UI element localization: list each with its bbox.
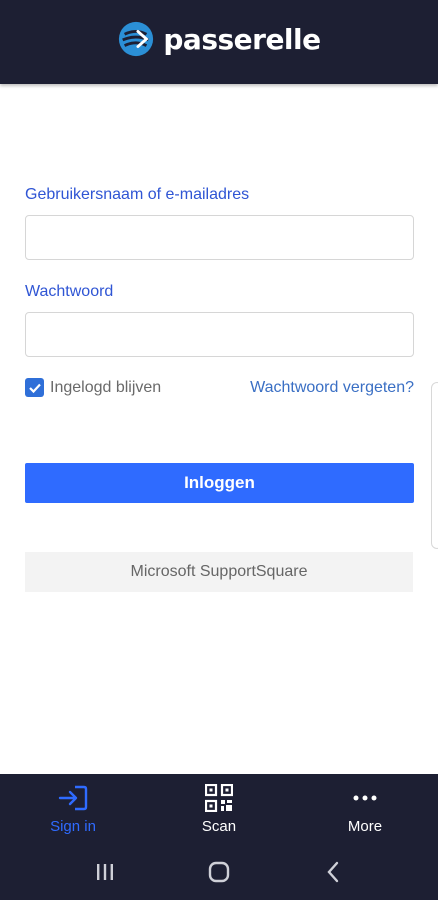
remember-checkbox[interactable]: [25, 378, 44, 397]
password-input[interactable]: [25, 312, 414, 357]
qr-code-icon: [205, 783, 233, 812]
nav-scan[interactable]: Scan: [146, 774, 292, 844]
app-header: passerelle: [0, 0, 438, 84]
more-dots-icon: [353, 795, 377, 800]
nav-sign-in[interactable]: Sign in: [0, 774, 146, 844]
recents-button[interactable]: [90, 857, 120, 887]
nav-more[interactable]: More: [292, 774, 438, 844]
system-nav-bar: [0, 844, 438, 900]
brand: passerelle: [117, 20, 321, 58]
username-input[interactable]: [25, 215, 414, 260]
forgot-password-link[interactable]: Wachtwoord vergeten?: [250, 379, 414, 397]
back-button[interactable]: [318, 857, 348, 887]
nav-more-label: More: [347, 817, 383, 835]
nav-sign-in-label: Sign in: [50, 817, 96, 835]
side-panel-handle[interactable]: [431, 382, 438, 549]
remember-label: Ingelogd blijven: [50, 378, 162, 396]
password-label: Wachtwoord: [25, 283, 114, 300]
brand-name: passerelle: [163, 22, 321, 56]
microsoft-supportsquare-button[interactable]: Microsoft SupportSquare: [25, 552, 413, 592]
username-label: Gebruikersnaam of e-mailadres: [25, 186, 250, 203]
bottom-nav: Sign in Scan More: [0, 774, 438, 844]
home-icon: [208, 861, 230, 883]
login-button[interactable]: Inloggen: [25, 463, 414, 503]
recents-icon: [97, 864, 113, 880]
sign-in-icon: [58, 785, 88, 810]
passerelle-logo-icon: [119, 21, 154, 57]
checkmark-icon: [28, 383, 41, 393]
nav-scan-label: Scan: [201, 817, 237, 835]
home-button[interactable]: [204, 857, 234, 887]
back-icon: [327, 861, 339, 883]
remember-me[interactable]: Ingelogd blijven: [25, 378, 161, 397]
